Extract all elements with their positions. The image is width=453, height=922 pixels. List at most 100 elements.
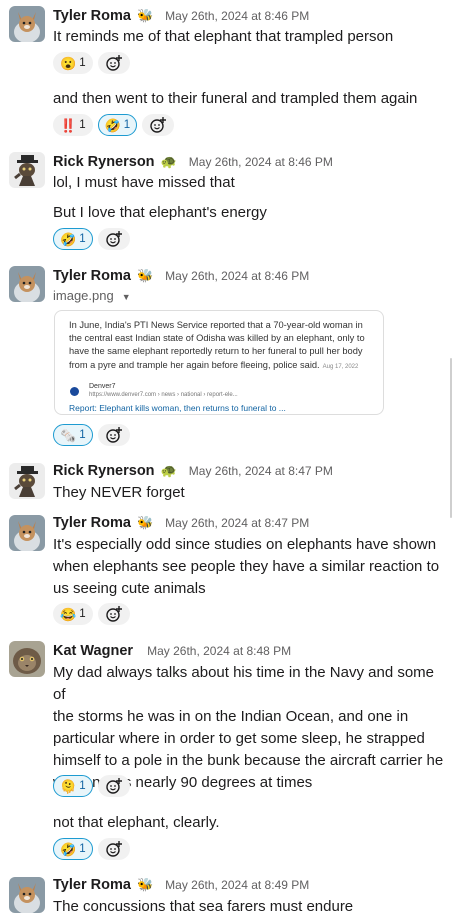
text-line: us seeing cute animals	[53, 580, 206, 597]
status-emoji-turtle-icon: 🐢	[160, 463, 177, 478]
reaction-pill[interactable]: 😮 1	[53, 52, 93, 74]
status-emoji-bee-icon: 🐝	[136, 8, 154, 23]
source-url: https://www.denver7.com › news › nationa…	[89, 392, 238, 398]
scrollbar[interactable]	[450, 358, 452, 518]
source-name: Denver7	[89, 383, 116, 390]
avatar-tyler-roma[interactable]	[9, 515, 45, 551]
source-favicon-icon	[70, 387, 79, 396]
astonished-emoji-icon: 😮	[60, 55, 77, 71]
reaction-pill[interactable]: 😂 1	[53, 603, 93, 625]
avatar-tyler-roma[interactable]	[9, 266, 45, 302]
reaction-pill[interactable]: 🤣 1	[53, 228, 93, 250]
author-name[interactable]: Tyler Roma	[53, 877, 131, 893]
timestamp[interactable]: May 26th, 2024 at 8:48 PM	[147, 644, 291, 658]
status-emoji-bee-icon: 🐝	[136, 877, 154, 892]
text-line: himself to a pole in the bunk because th…	[53, 752, 444, 769]
message-text: It's especially odd since studies on ele…	[53, 534, 448, 600]
add-reaction-button[interactable]	[97, 775, 130, 797]
message-header: Tyler Roma 🐝 May 26th, 2024 at 8:46 PM	[53, 7, 309, 25]
avatar-kat-wagner[interactable]	[9, 641, 45, 677]
message-header: Tyler Roma 🐝 May 26th, 2024 at 8:47 PM	[53, 514, 309, 532]
text-line: when elephants see people they have a si…	[53, 558, 440, 575]
reaction-count: 1	[79, 119, 86, 131]
double-exclamation-emoji-icon: ‼️	[60, 117, 77, 133]
joy-emoji-icon: 😂	[60, 606, 77, 622]
reaction-count: 1	[79, 843, 86, 855]
author-name[interactable]: Tyler Roma	[53, 268, 131, 284]
rofl-emoji-icon: 🤣	[60, 231, 77, 247]
reaction-count: 1	[79, 780, 86, 792]
avatar-tyler-roma[interactable]	[9, 877, 45, 913]
message-header: Tyler Roma 🐝 May 26th, 2024 at 8:49 PM	[53, 876, 309, 894]
reaction-count: 1	[79, 429, 86, 441]
message-header: Tyler Roma 🐝 May 26th, 2024 at 8:46 PM	[53, 267, 309, 285]
reaction-pill[interactable]: 🫠 1	[53, 775, 93, 797]
author-name[interactable]: Tyler Roma	[53, 8, 131, 24]
text-line: It's especially odd since studies on ele…	[53, 536, 437, 553]
reaction-bar: ‼️ 1 🤣 1	[53, 114, 175, 136]
author-name[interactable]: Kat Wagner	[53, 643, 133, 659]
snippet-date: Aug 17, 2022	[322, 363, 359, 370]
image-attachment[interactable]: In June, India's PTI News Service report…	[54, 310, 384, 415]
reaction-pill[interactable]: 🤣 1	[53, 838, 93, 860]
message-text: It reminds me of that elephant that tram…	[53, 28, 394, 45]
timestamp[interactable]: May 26th, 2024 at 8:47 PM	[165, 516, 309, 530]
add-reaction-button[interactable]	[97, 228, 130, 250]
author-name[interactable]: Rick Rynerson	[53, 463, 155, 479]
reaction-count: 1	[79, 57, 86, 69]
attachment-filename[interactable]: image.png ▼	[53, 288, 131, 303]
message-text: lol, I must have missed that	[53, 174, 235, 191]
text-line: the storms he was in on the Indian Ocean…	[53, 708, 409, 725]
add-reaction-icon	[150, 117, 167, 133]
filename-label: image.png	[53, 288, 114, 303]
rofl-emoji-icon: 🤣	[60, 841, 77, 857]
add-reaction-icon	[105, 231, 122, 247]
add-reaction-button[interactable]	[97, 603, 130, 625]
message-text: They NEVER forget	[53, 484, 185, 501]
reaction-pill[interactable]: 🗞️ 1	[53, 424, 93, 446]
author-name[interactable]: Tyler Roma	[53, 515, 131, 531]
timestamp[interactable]: May 26th, 2024 at 8:46 PM	[189, 155, 333, 169]
author-name[interactable]: Rick Rynerson	[53, 154, 155, 170]
timestamp[interactable]: May 26th, 2024 at 8:46 PM	[165, 269, 309, 283]
preview-text: In June, India's PTI News Service report…	[69, 319, 374, 374]
timestamp[interactable]: May 26th, 2024 at 8:46 PM	[165, 9, 309, 23]
message-text: not that elephant, clearly.	[53, 814, 220, 831]
caret-down-icon[interactable]: ▼	[122, 292, 131, 302]
message-text: and then went to their funeral and tramp…	[53, 90, 418, 107]
timestamp[interactable]: May 26th, 2024 at 8:49 PM	[165, 878, 309, 892]
reaction-pill[interactable]: 🤣 1	[97, 114, 138, 136]
text-line: particular where in order to get some sl…	[53, 730, 425, 747]
add-reaction-button[interactable]	[142, 114, 175, 136]
avatar-tyler-roma[interactable]	[9, 6, 45, 42]
timestamp[interactable]: May 26th, 2024 at 8:47 PM	[189, 464, 333, 478]
reaction-count: 1	[79, 608, 86, 620]
add-reaction-button[interactable]	[97, 424, 130, 446]
text-line: My dad always talks about his time in th…	[53, 664, 435, 703]
reaction-bar: 🤣 1	[53, 838, 130, 860]
add-reaction-icon	[105, 778, 122, 794]
add-reaction-icon	[105, 606, 122, 622]
reaction-bar: 🗞️ 1	[53, 424, 130, 446]
preview-link: Report: Elephant kills woman, then retur…	[69, 403, 286, 413]
reaction-count: 1	[79, 233, 86, 245]
add-reaction-icon	[105, 841, 122, 857]
avatar-rick-rynerson[interactable]	[9, 463, 45, 499]
status-emoji-turtle-icon: 🐢	[160, 154, 177, 169]
add-reaction-button[interactable]	[97, 52, 130, 74]
melting-face-emoji-icon: 🫠	[60, 778, 77, 794]
rofl-emoji-icon: 🤣	[104, 117, 121, 133]
reaction-pill[interactable]: ‼️ 1	[53, 114, 93, 136]
avatar-rick-rynerson[interactable]	[9, 152, 45, 188]
reaction-bar: 🤣 1	[53, 228, 130, 250]
add-reaction-button[interactable]	[97, 838, 130, 860]
message-header: Rick Rynerson 🐢 May 26th, 2024 at 8:46 P…	[53, 153, 333, 171]
add-reaction-icon	[105, 55, 122, 71]
message-header: Kat Wagner May 26th, 2024 at 8:48 PM	[53, 642, 291, 660]
status-emoji-bee-icon: 🐝	[136, 515, 154, 530]
reaction-count: 1	[123, 119, 131, 131]
snippet-text: In June, India's PTI News Service report…	[69, 320, 365, 370]
add-reaction-icon	[105, 427, 122, 443]
reaction-bar: 🫠 1	[53, 775, 130, 797]
status-emoji-bee-icon: 🐝	[136, 268, 154, 283]
